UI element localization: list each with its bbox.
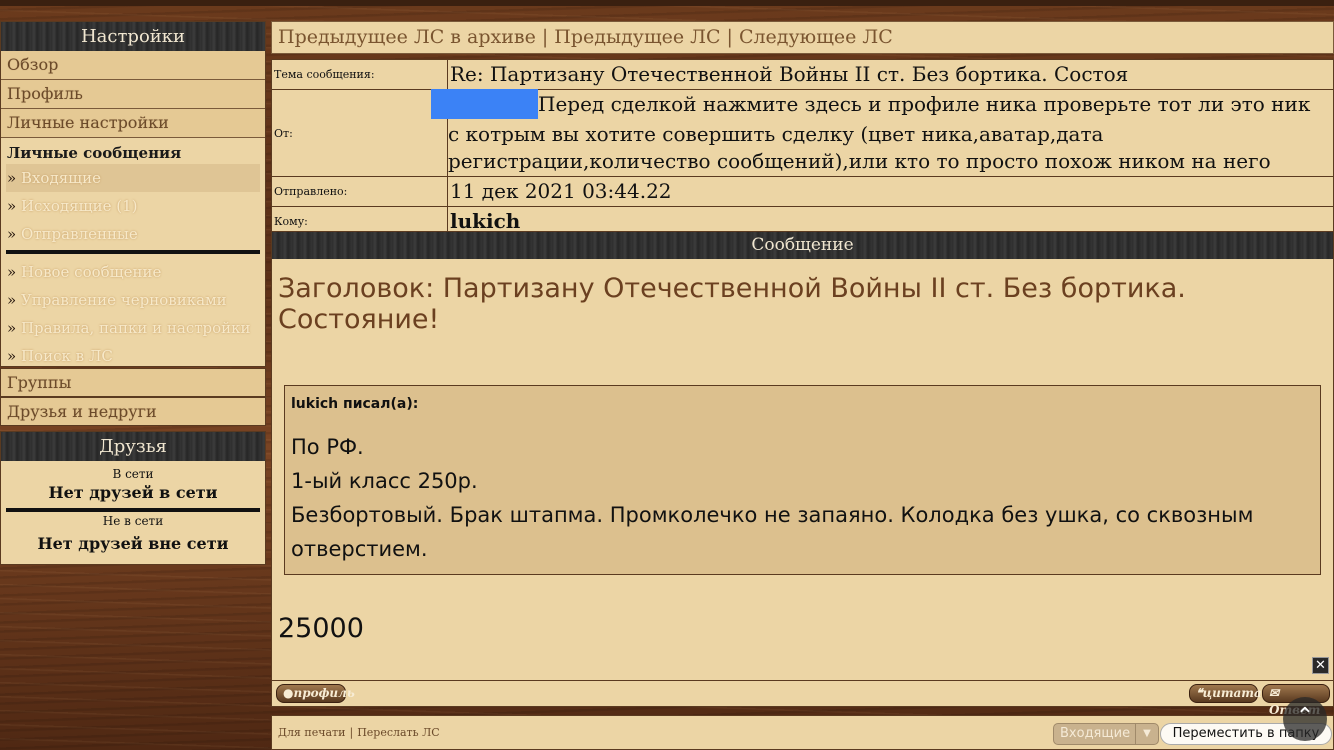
offline-text: Нет друзей вне сети (37, 534, 229, 553)
envelope-icon: ✉ (1269, 686, 1280, 700)
sidebar-item-inbox[interactable]: » Входящие (6, 164, 260, 192)
message-meta: Тема сообщения: Re: Партизану Отечествен… (271, 59, 1334, 237)
quote-line: 1-ый класс 250р. (291, 469, 478, 493)
quote-block: lukich писал(а): По РФ. 1-ый класс 250р.… (284, 385, 1321, 575)
subject-label: Тема сообщения: (271, 59, 448, 90)
sidebar-item-label: Исходящие (1) (20, 197, 138, 215)
folder-select[interactable]: Входящие ▼ (1053, 723, 1159, 745)
sidebar-item-label: Правила, папки и настройки (20, 319, 251, 337)
sidebar: Настройки Обзор Профиль Личные настройки… (0, 21, 266, 367)
from-value: Перед сделкой нажмите здесь и профиле ни… (431, 89, 1334, 177)
sent-value: 11 дек 2021 03:44.22 (447, 176, 1334, 207)
sidebar-item-friends-foes[interactable]: Друзья и недруги (0, 397, 266, 426)
friends-panel: Друзья В сети Нет друзей в сети Не в сет… (0, 431, 266, 565)
chevron-down-icon: ▼ (1135, 724, 1158, 744)
sidebar-item-label: Отправленные (20, 225, 138, 243)
forward-link[interactable]: Переслать ЛС (357, 726, 440, 739)
prev-link[interactable]: Предыдущее ЛС (554, 26, 720, 48)
sidebar-item-label: Управление черновиками (20, 291, 227, 309)
pm-divider (6, 250, 260, 254)
close-icon[interactable]: ✕ (1312, 657, 1329, 674)
sidebar-item-sent[interactable]: » Отправленные (6, 220, 260, 248)
quote-button[interactable]: ❝цитата (1189, 684, 1262, 703)
quote-line: Безбортовый. Брак штапма. Промколечко не… (291, 503, 1254, 561)
profile-button[interactable]: ●профиль (276, 684, 355, 703)
sidebar-title: Настройки (1, 22, 265, 51)
footer-bar: Для печати | Переслать ЛС Входящие ▼ Перем… (271, 715, 1334, 750)
sidebar-item-label: Входящие (20, 169, 101, 187)
subject-value: Re: Партизану Отечественной Войны II ст.… (447, 59, 1334, 90)
pm-title: Личные сообщения (7, 144, 182, 162)
sidebar-item-outbox[interactable]: » Исходящие (1) (6, 192, 260, 220)
sidebar-item-profile[interactable]: Профиль (1, 80, 265, 109)
friends-title: Друзья (1, 432, 265, 461)
sidebar-item-groups[interactable]: Группы (0, 368, 266, 397)
top-strip (0, 0, 1334, 6)
from-notice[interactable]: Перед сделкой нажмите здесь и профиле ни… (448, 92, 1310, 173)
prev-archive-link[interactable]: Предыдущее ЛС в архиве (278, 26, 536, 48)
nav-separator: | (726, 26, 733, 48)
online-label: В сети (112, 467, 154, 481)
message-header: Сообщение (272, 232, 1333, 259)
scroll-up-icon[interactable]: ⌃ (1283, 697, 1327, 741)
nav-separator: | (541, 26, 549, 48)
from-label: От: (271, 89, 448, 177)
user-icon: ● (283, 686, 294, 700)
sidebar-item-overview[interactable]: Обзор (1, 51, 265, 80)
sidebar-item-personal-settings[interactable]: Личные настройки (1, 109, 265, 138)
sidebar-item-label: Новое сообщение (20, 263, 162, 281)
sidebar-item-label: Поиск в ЛС (20, 347, 113, 365)
redacted-username[interactable] (431, 89, 538, 119)
print-link[interactable]: Для печати (278, 726, 345, 739)
offline-label: Не в сети (102, 514, 164, 528)
online-text: Нет друзей в сети (48, 483, 218, 502)
message-amount: 25000 (278, 613, 364, 644)
pm-block: Личные сообщения » Входящие » Исходящие … (1, 138, 265, 370)
sidebar-item-search[interactable]: » Поиск в ЛС (6, 342, 260, 370)
action-bar: ●профиль ❝цитата ✉Ответ (271, 681, 1334, 717)
sidebar-item-new-message[interactable]: » Новое сообщение (6, 258, 260, 286)
sidebar-item-drafts[interactable]: » Управление черновиками (6, 286, 260, 314)
quote-line: По РФ. (291, 435, 364, 459)
message-subject: Заголовок: Партизану Отечественной Войны… (278, 273, 1186, 335)
friends-divider (6, 508, 260, 512)
footer-separator: | (349, 726, 354, 739)
quote-button-label: цитата (1202, 686, 1262, 700)
next-link[interactable]: Следующее ЛС (739, 26, 893, 48)
quote-author: lukich писал(а): (291, 396, 419, 412)
profile-button-label: профиль (293, 686, 355, 700)
folder-select-value: Входящие (1060, 726, 1131, 741)
message-nav: Предыдущее ЛС в архиве | Предыдущее ЛС | Сле… (271, 21, 1334, 54)
footer-links: Для печати | Переслать ЛС (278, 726, 440, 739)
sidebar-item-rules[interactable]: » Правила, папки и настройки (6, 314, 260, 342)
sent-label: Отправлено: (271, 176, 448, 207)
message-box: Сообщение Заголовок: Партизану Отечестве… (271, 231, 1334, 681)
